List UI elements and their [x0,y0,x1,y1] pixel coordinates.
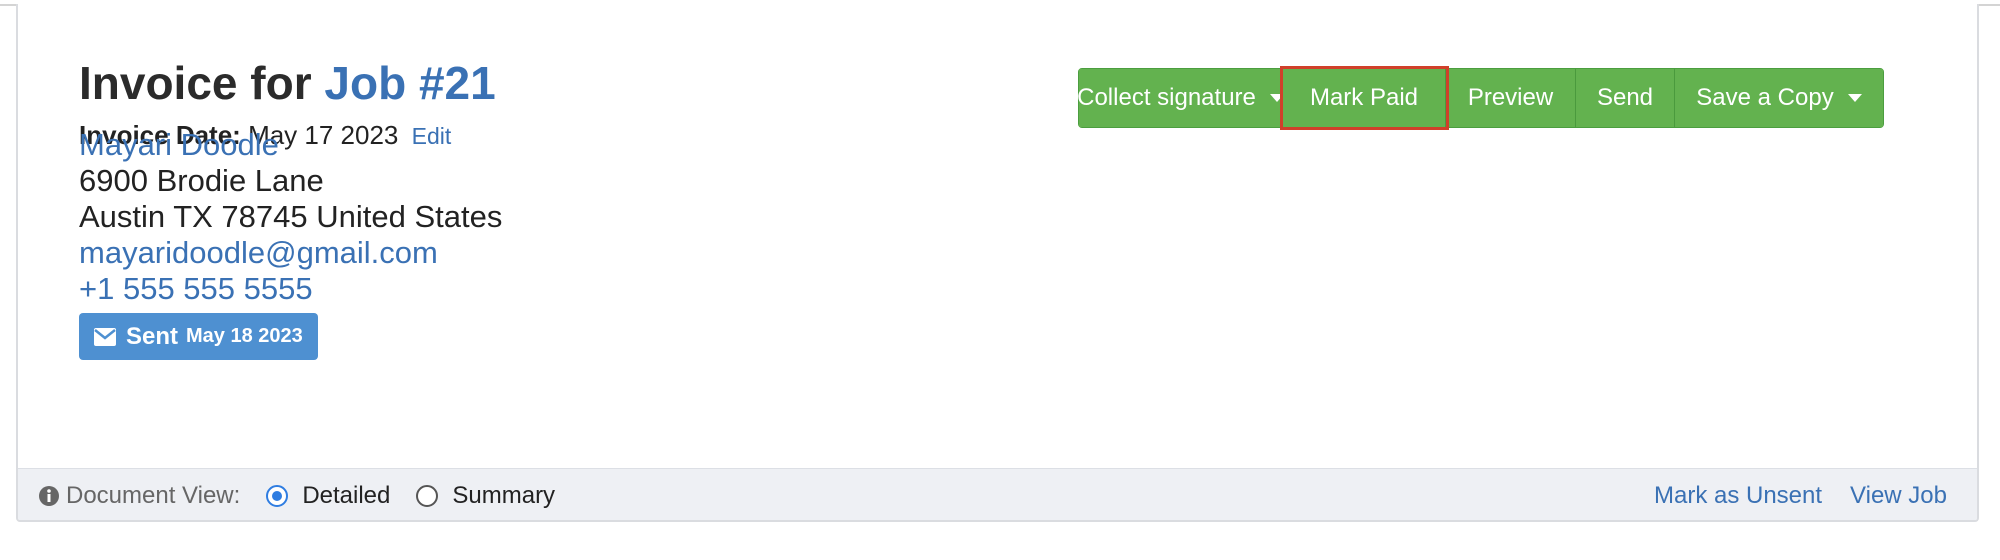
radio-summary-label[interactable]: Summary [452,482,555,510]
preview-label: Preview [1467,84,1554,111]
client-address-line2: Austin TX 78745 United States [79,199,503,234]
send-label: Send [1596,84,1654,111]
preview-button[interactable]: Preview [1446,69,1576,127]
mark-paid-label: Mark Paid [1309,84,1419,111]
client-address-line1: 6900 Brodie Lane [79,163,324,198]
radio-detailed-label[interactable]: Detailed [302,482,390,510]
view-job-link[interactable]: View Job [1850,482,1947,510]
edit-date-link[interactable]: Edit [412,123,452,149]
client-phone-link[interactable]: +1 555 555 5555 [79,269,313,309]
client-email-link[interactable]: mayaridoodle@gmail.com [79,233,438,273]
status-badge-label: Sent [126,322,179,350]
job-link[interactable]: Job #21 [324,57,495,109]
info-icon [39,486,59,506]
mark-as-unsent-link[interactable]: Mark as Unsent [1654,482,1822,510]
collect-signature-button[interactable]: Collect signature [1077,69,1284,127]
invoice-actions-toolbar: Collect signature Mark Paid Preview Send… [1077,66,1884,130]
page-title: Invoice for Job #21 [79,54,496,112]
radio-summary[interactable] [416,485,439,507]
save-copy-label: Save a Copy [1696,84,1834,111]
mark-paid-button[interactable]: Mark Paid [1280,66,1449,130]
footer-links: Mark as Unsent View Job [1654,469,1947,520]
client-name-link[interactable]: Mayari Doodle [79,125,279,165]
save-copy-button[interactable]: Save a Copy [1675,69,1883,127]
document-view-label: Document View: [66,482,241,509]
status-badge: Sent May 18 2023 [79,313,318,360]
chevron-down-icon [1269,94,1284,102]
invoice-title-prefix: Invoice for [79,57,312,109]
invoice-card: Invoice for Job #21 Invoice Date: May 17… [16,4,1979,522]
send-button[interactable]: Send [1576,69,1675,127]
chevron-down-icon [1847,94,1862,102]
document-footer-bar: Document View: Detailed Summary Mark as … [18,468,1977,520]
envelope-icon [94,327,116,346]
status-badge-date: May 18 2023 [186,325,303,347]
collect-signature-label: Collect signature [1077,84,1256,111]
document-view-selector: Document View: Detailed Summary [38,469,555,520]
radio-detailed[interactable] [266,485,289,507]
